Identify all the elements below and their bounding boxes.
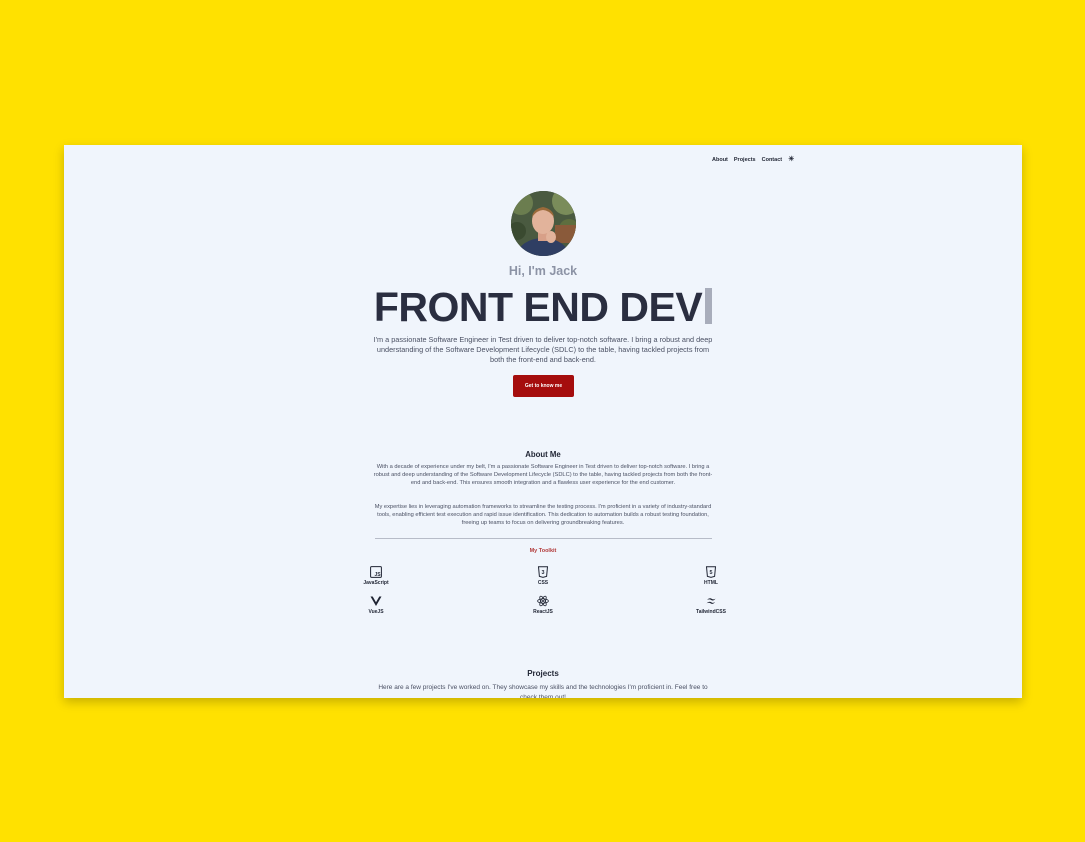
- nav-link-contact[interactable]: Contact: [762, 157, 782, 163]
- toolkit-label: HTML: [704, 580, 718, 586]
- get-to-know-me-button[interactable]: Get to know me: [513, 375, 574, 397]
- hero-intro: I'm a passionate Software Engineer in Te…: [373, 335, 713, 365]
- typing-cursor: [705, 288, 713, 324]
- toolkit-item-html: 5 HTML: [681, 566, 741, 586]
- toolkit-label: ReactJS: [533, 609, 553, 615]
- projects-title: Projects: [527, 669, 559, 678]
- react-icon: [537, 595, 549, 607]
- html5-icon: 5: [705, 566, 717, 578]
- about-paragraph-1: With a decade of experience under my bel…: [373, 464, 713, 486]
- toolkit-item-vuejs: VueJS: [346, 595, 406, 615]
- svg-text:5: 5: [710, 570, 713, 576]
- browser-viewport: About Projects Contact ☀ Hi, I'm Jack FR…: [64, 145, 1022, 698]
- nav-link-projects[interactable]: Projects: [734, 157, 756, 163]
- javascript-icon: JS: [370, 566, 382, 578]
- vue-icon: [370, 596, 382, 606]
- hero-greeting: Hi, I'm Jack: [508, 264, 578, 278]
- nav-link-about[interactable]: About: [712, 157, 728, 163]
- svg-text:JS: JS: [375, 572, 382, 578]
- css3-icon: 3: [537, 566, 549, 578]
- hero-headline: FRONT END DEV: [64, 283, 1022, 331]
- top-nav: About Projects Contact ☀: [712, 156, 794, 163]
- hero-headline-text: FRONT END DEV: [373, 284, 703, 330]
- toolkit-label: VueJS: [368, 609, 384, 615]
- toolkit-item-tailwindcss: TailwindCSS: [681, 595, 741, 615]
- toolkit-label: JavaScript: [363, 580, 389, 586]
- toolkit-item-javascript: JS JavaScript: [346, 566, 406, 586]
- toolkit-label: TailwindCSS: [696, 609, 726, 615]
- toolkit-item-css: 3 CSS: [513, 566, 573, 586]
- toolkit-title: My Toolkit: [529, 548, 557, 554]
- section-divider: [375, 538, 712, 539]
- tailwind-icon: [706, 598, 716, 604]
- svg-text:3: 3: [542, 570, 545, 576]
- projects-intro: Here are a few projects I've worked on. …: [378, 684, 708, 698]
- toolkit-label: CSS: [537, 580, 549, 586]
- toolkit-item-reactjs: ReactJS: [513, 595, 573, 615]
- about-paragraph-2: My expertise lies in leveraging automati…: [374, 504, 712, 526]
- about-title: About Me: [525, 450, 561, 459]
- sun-icon[interactable]: ☀: [788, 156, 794, 163]
- avatar: [511, 191, 576, 256]
